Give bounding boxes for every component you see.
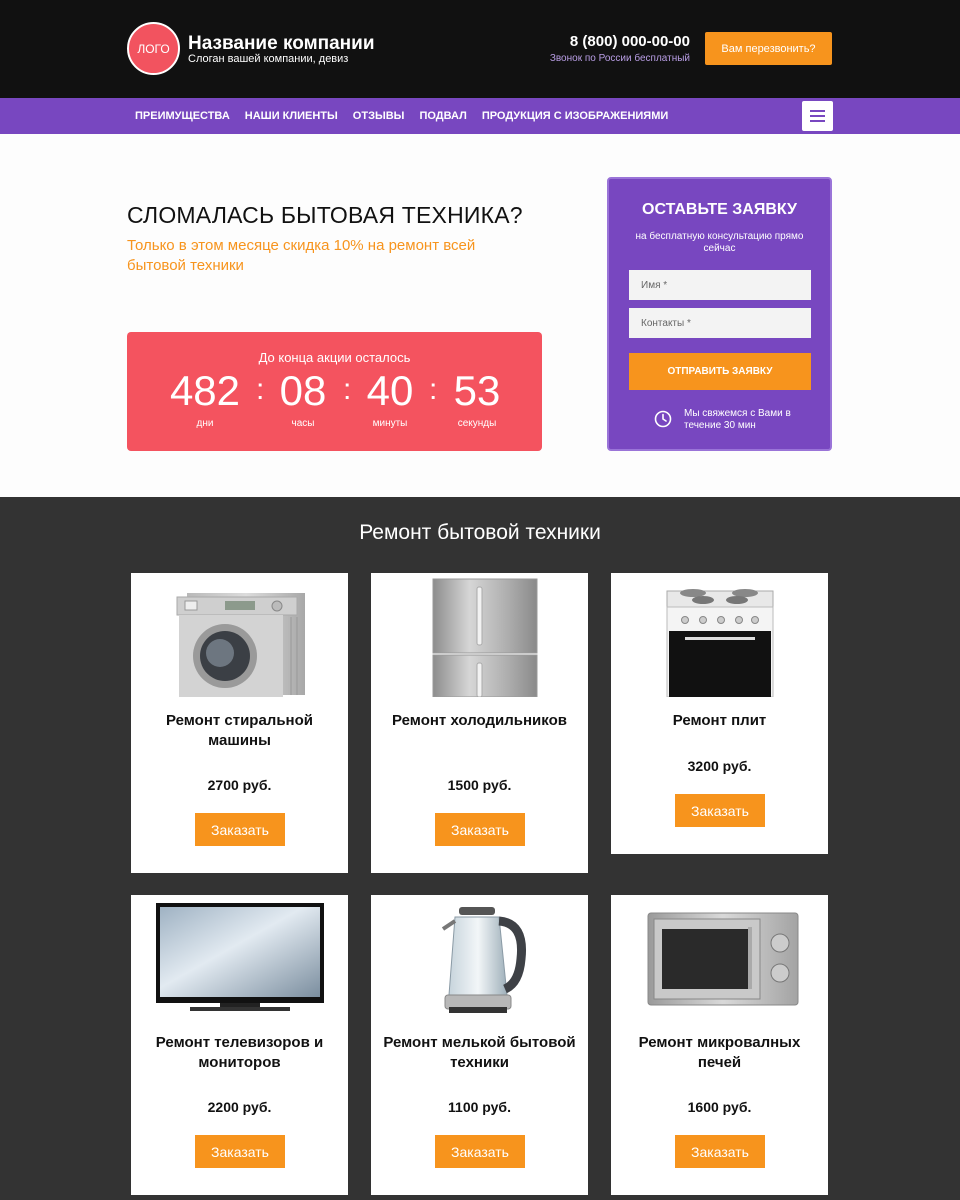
- logo[interactable]: ЛОГО: [127, 22, 180, 75]
- timer-days: 482: [169, 367, 241, 414]
- product-card: Ремонт стиральной машины 2700 руб. Заказ…: [131, 573, 348, 873]
- timer-minutes-label: минуты: [372, 418, 408, 429]
- timer-hours: 08: [279, 367, 327, 414]
- washing-machine-icon: [131, 577, 348, 697]
- stove-icon: [611, 577, 828, 697]
- product-price: 1100 руб.: [448, 1099, 511, 1115]
- timer-seconds-label: секунды: [457, 418, 497, 429]
- kettle-icon: [371, 899, 588, 1019]
- submit-request-button[interactable]: ОТПРАВИТЬ ЗАЯВКУ: [629, 353, 811, 390]
- company-slogan: Слоган вашей компании, девиз: [188, 53, 349, 65]
- nav-item-advantages[interactable]: ПРЕИМУЩЕСТВА: [135, 110, 230, 122]
- hero-subtitle: Только в этом месяце скидка 10% на ремон…: [127, 237, 476, 274]
- product-card: Ремонт телевизоров и мониторов 2200 руб.…: [131, 895, 348, 1195]
- hero-section: СЛОМАЛАСЬ БЫТОВАЯ ТЕХНИКА? Только в этом…: [0, 134, 960, 497]
- nav-item-clients[interactable]: НАШИ КЛИЕНТЫ: [245, 110, 338, 122]
- request-form: ОСТАВЬТЕ ЗАЯВКУ на бесплатную консультац…: [607, 177, 832, 451]
- product-card: Ремонт микровалных печей 1600 руб. Заказ…: [611, 895, 828, 1195]
- product-price: 1600 руб.: [687, 1099, 752, 1115]
- tv-monitor-icon: [131, 899, 348, 1019]
- product-name: Ремонт телевизоров и мониторов: [155, 1034, 324, 1071]
- product-card: Ремонт холодильников 1500 руб. Заказать: [371, 573, 588, 873]
- contacts-input[interactable]: [629, 308, 811, 338]
- callback-button[interactable]: Вам перезвонить?: [705, 32, 832, 65]
- countdown-timer: До конца акции осталось 482 дни : 08 час…: [127, 332, 542, 451]
- product-name: Ремонт мелькой бытовой техники: [383, 1034, 576, 1071]
- product-price: 1500 руб.: [447, 777, 512, 793]
- timer-label: До конца акции осталось: [258, 350, 411, 365]
- product-price: 2200 руб.: [207, 1099, 272, 1115]
- name-input[interactable]: [629, 270, 811, 300]
- phone-note: Звонок по России бесплатный: [549, 53, 690, 64]
- hero-title: СЛОМАЛАСЬ БЫТОВАЯ ТЕХНИКА?: [127, 202, 523, 228]
- products-title: Ремонт бытовой техники: [359, 521, 601, 544]
- order-button[interactable]: Заказать: [195, 1135, 285, 1168]
- order-button[interactable]: Заказать: [675, 794, 765, 827]
- order-button[interactable]: Заказать: [435, 813, 525, 846]
- order-button[interactable]: Заказать: [435, 1135, 525, 1168]
- nav-item-footer[interactable]: ПОДВАЛ: [419, 110, 466, 122]
- form-subtitle: на бесплатную консультацию прямо сейчас: [635, 231, 804, 254]
- product-name: Ремонт плит: [672, 712, 767, 729]
- microwave-icon: [611, 899, 828, 1019]
- menu-icon[interactable]: [802, 101, 833, 131]
- phone-number[interactable]: 8 (800) 000-00-00: [570, 33, 690, 50]
- product-name: Ремонт микровалных печей: [638, 1034, 801, 1071]
- timer-days-label: дни: [196, 418, 214, 429]
- company-name: Название компании: [188, 33, 375, 54]
- order-button[interactable]: Заказать: [195, 813, 285, 846]
- nav-item-reviews[interactable]: ОТЗЫВЫ: [353, 110, 405, 122]
- refrigerator-icon: [371, 577, 588, 697]
- product-price: 2700 руб.: [207, 777, 272, 793]
- product-card: Ремонт мелькой бытовой техники 1100 руб.…: [371, 895, 588, 1195]
- form-title: ОСТАВЬТЕ ЗАЯВКУ: [642, 201, 797, 218]
- product-name: Ремонт стиральной машины: [165, 712, 314, 749]
- product-card: Ремонт плит 3200 руб. Заказать: [611, 573, 828, 854]
- product-price: 3200 руб.: [687, 758, 752, 774]
- product-name: Ремонт холодильников: [392, 712, 567, 729]
- logo-text: ЛОГО: [137, 41, 170, 56]
- timer-hours-label: часы: [291, 418, 315, 429]
- site-header: ЛОГО Название компании Слоган вашей комп…: [0, 0, 960, 98]
- form-note: Мы свяжемся с Вами в течение 30 мин: [684, 408, 791, 431]
- nav-item-products[interactable]: ПРОДУКЦИЯ С ИЗОБРАЖЕНИЯМИ: [482, 110, 668, 122]
- order-button[interactable]: Заказать: [675, 1135, 765, 1168]
- timer-seconds: 53: [453, 367, 501, 414]
- clock-icon: [654, 410, 672, 428]
- timer-minutes: 40: [366, 367, 414, 414]
